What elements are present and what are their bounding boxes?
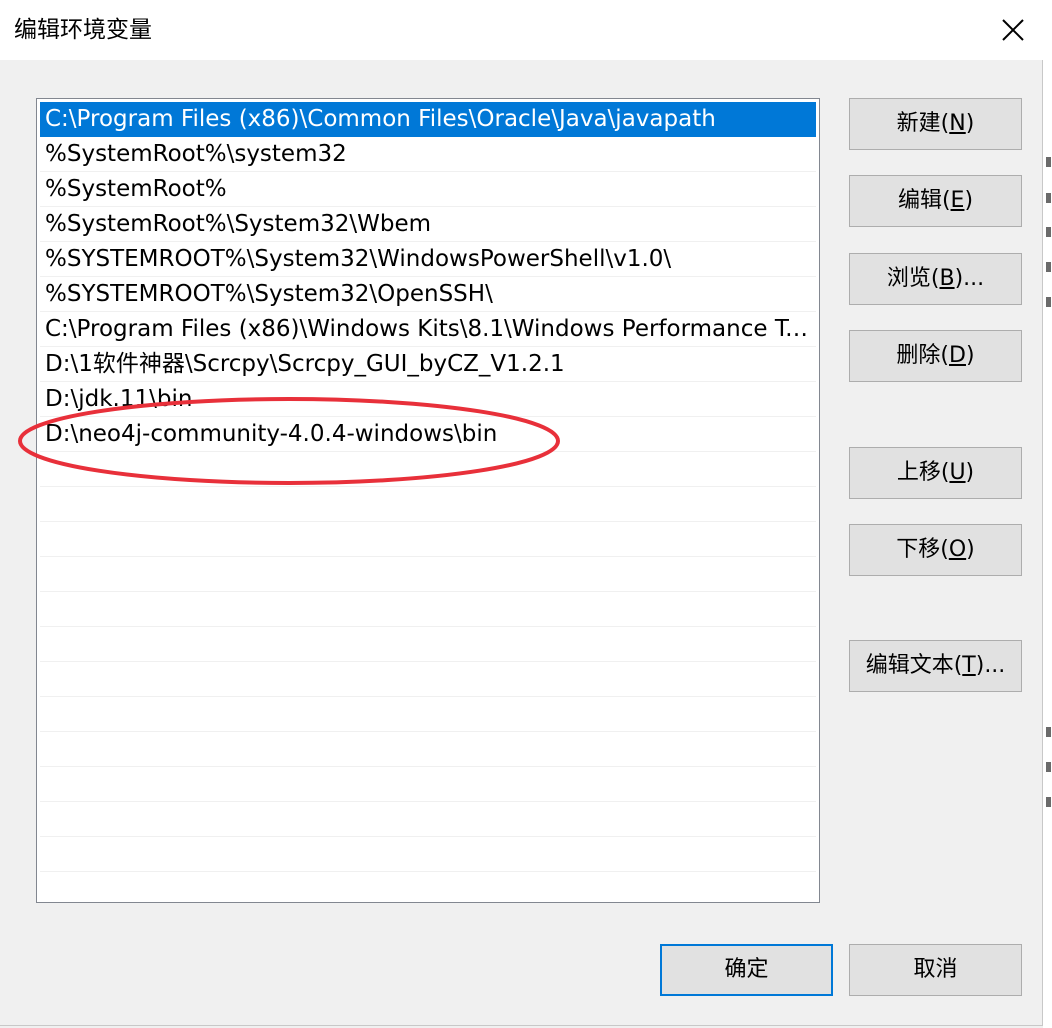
empty-row[interactable]	[40, 522, 816, 557]
edit-environment-variable-dialog: 编辑环境变量 C:\Program Files (x86)\Common Fil…	[0, 0, 1043, 1026]
close-button[interactable]	[983, 0, 1043, 60]
move-down-label-end: )	[966, 537, 975, 562]
title-bar[interactable]: 编辑环境变量	[0, 0, 1043, 60]
delete-label-end: )	[965, 343, 975, 368]
empty-row[interactable]	[40, 662, 816, 697]
edit-button[interactable]: 编辑(E)	[849, 175, 1022, 227]
path-row[interactable]: D:\neo4j-community-4.0.4-windows\bin	[40, 417, 816, 452]
move-down-accesskey: O	[948, 537, 967, 562]
move-up-label-end: )	[965, 460, 975, 485]
browse-label-end: )...	[954, 266, 985, 291]
path-row[interactable]: %SystemRoot%\system32	[40, 137, 816, 172]
background-window-edge	[1043, 0, 1052, 1028]
edit-text-button[interactable]: 编辑文本(T)...	[849, 640, 1022, 692]
edge-mark	[1046, 762, 1051, 772]
edit-label-end: )	[964, 188, 974, 213]
empty-row[interactable]	[40, 767, 816, 802]
path-row[interactable]: %SystemRoot%	[40, 172, 816, 207]
empty-row[interactable]	[40, 732, 816, 767]
path-row[interactable]: C:\Program Files (x86)\Common Files\Orac…	[40, 102, 816, 137]
cancel-button[interactable]: 取消	[849, 944, 1022, 996]
new-accesskey: N	[949, 111, 966, 136]
dialog-title: 编辑环境变量	[14, 17, 152, 43]
path-row[interactable]: C:\Program Files (x86)\Windows Kits\8.1\…	[40, 312, 816, 347]
delete-label: 删除(	[896, 343, 950, 368]
edge-mark	[1046, 727, 1051, 737]
new-button[interactable]: 新建(N)	[849, 98, 1022, 150]
empty-row[interactable]	[40, 627, 816, 662]
new-label-end: )	[965, 111, 975, 136]
edit-label: 编辑(	[897, 188, 951, 213]
move-up-label: 上移(	[896, 460, 950, 485]
close-icon	[1002, 19, 1024, 41]
path-row[interactable]: %SYSTEMROOT%\System32\OpenSSH\	[40, 277, 816, 312]
edit-text-accesskey: T	[962, 653, 976, 678]
browse-accesskey: B	[939, 266, 955, 291]
empty-row[interactable]	[40, 592, 816, 627]
empty-row[interactable]	[40, 697, 816, 732]
path-list[interactable]: C:\Program Files (x86)\Common Files\Orac…	[36, 98, 820, 903]
path-row[interactable]: D:\jdk.11\bin	[40, 382, 816, 417]
empty-row[interactable]	[40, 837, 816, 872]
move-up-accesskey: U	[949, 460, 966, 485]
empty-row[interactable]	[40, 487, 816, 522]
new-label: 新建(	[896, 111, 950, 136]
empty-row[interactable]	[40, 557, 816, 592]
move-up-button[interactable]: 上移(U)	[849, 447, 1022, 499]
edge-mark	[1046, 193, 1051, 203]
empty-row[interactable]	[40, 802, 816, 837]
edge-mark	[1046, 297, 1051, 307]
edge-mark	[1046, 797, 1051, 807]
move-down-label: 下移(	[896, 537, 949, 562]
path-row[interactable]: D:\1软件神器\Scrcpy\Scrcpy_GUI_byCZ_V1.2.1	[40, 347, 816, 382]
move-down-button[interactable]: 下移(O)	[849, 524, 1022, 576]
empty-row[interactable]	[40, 452, 816, 487]
ok-button[interactable]: 确定	[660, 944, 833, 996]
edit-accesskey: E	[950, 188, 965, 213]
edge-mark	[1046, 157, 1051, 167]
browse-label: 浏览(	[886, 266, 940, 291]
browse-button[interactable]: 浏览(B)...	[849, 253, 1022, 305]
delete-button[interactable]: 删除(D)	[849, 330, 1022, 382]
delete-accesskey: D	[949, 343, 966, 368]
edge-mark	[1046, 262, 1051, 272]
edge-mark	[1046, 227, 1051, 237]
path-row[interactable]: %SYSTEMROOT%\System32\WindowsPowerShell\…	[40, 242, 816, 277]
path-row[interactable]: %SystemRoot%\System32\Wbem	[40, 207, 816, 242]
edit-text-label: 编辑文本(	[865, 653, 963, 678]
edit-text-label-end: )...	[975, 653, 1006, 678]
